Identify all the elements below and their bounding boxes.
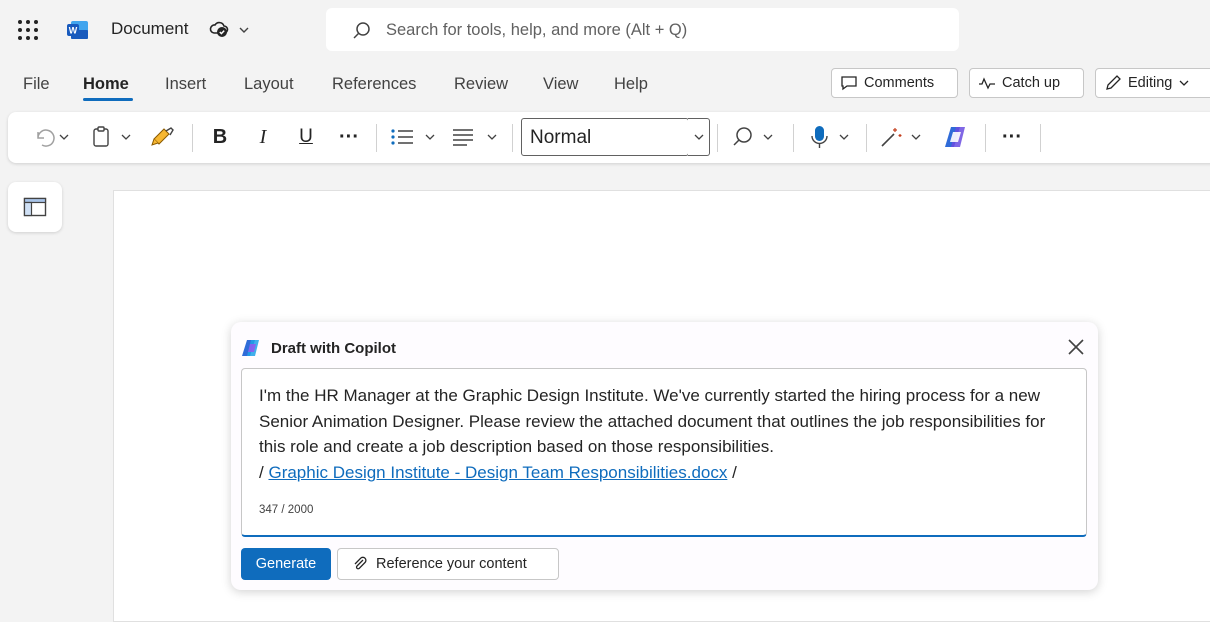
editing-mode-button[interactable]: Editing [1095,68,1210,98]
copilot-icon [242,340,259,356]
ribbon-divider [376,124,377,152]
bullet-list-icon [391,129,435,145]
ribbon-divider [717,124,718,152]
undo-icon [37,129,69,147]
reference-content-label: Reference your content [376,556,527,572]
microphone-icon [811,126,849,148]
catch-up-button[interactable]: Catch up [969,68,1084,98]
copilot-button[interactable] [940,122,972,152]
magic-wand-icon [881,128,921,147]
cloud-saved-icon [209,21,229,37]
word-logo-icon: W [67,21,88,39]
editor-button[interactable] [878,122,930,152]
character-counter: 347 / 2000 [259,504,314,516]
tab-view[interactable]: View [543,75,578,94]
pane-icon [23,197,47,217]
svg-text:W: W [69,26,78,36]
tab-file[interactable]: File [23,75,50,94]
chevron-down-icon [1179,80,1189,86]
more-font-options-button[interactable]: ··· [332,122,366,152]
comment-icon [841,76,857,91]
style-dropdown-button[interactable] [688,118,710,156]
reference-prefix: / [259,462,264,482]
dictate-button[interactable] [806,122,856,152]
ribbon-divider [1040,124,1041,152]
style-select[interactable]: Normal [521,118,689,156]
referenced-file-link[interactable]: Graphic Design Institute - Design Team R… [268,463,727,482]
tab-help[interactable]: Help [614,75,648,94]
tab-insert[interactable]: Insert [165,75,206,94]
chevron-down-icon [694,134,703,140]
document-title[interactable]: Document [111,19,188,39]
underline-button[interactable]: U [293,122,319,152]
ribbon-divider [512,124,513,152]
ribbon-divider [793,124,794,152]
copilot-icon [945,127,965,147]
catch-up-label: Catch up [1002,75,1061,91]
close-icon[interactable] [1066,337,1086,357]
app-launcher-icon[interactable] [18,20,38,40]
paste-button[interactable] [88,122,138,152]
align-left-icon [453,129,497,146]
search-icon [733,127,773,146]
prompt-body: I'm the HR Manager at the Graphic Design… [259,386,1046,456]
ribbon-divider [192,124,193,152]
active-tab-indicator [83,98,133,101]
tab-review[interactable]: Review [454,75,508,94]
align-button[interactable] [450,122,504,152]
more-options-button[interactable]: ··· [995,122,1029,152]
chevron-down-icon[interactable] [238,20,250,40]
format-painter-icon [151,127,174,146]
tab-layout[interactable]: Layout [244,75,294,94]
paperclip-icon [354,556,367,570]
copilot-title: Draft with Copilot [271,340,396,357]
format-painter-button[interactable] [148,122,178,152]
find-button[interactable] [730,122,780,152]
pulse-icon [979,77,995,90]
reference-suffix: / [732,462,737,482]
clipboard-icon [93,126,131,147]
comments-button[interactable]: Comments [831,68,958,98]
ribbon-divider [985,124,986,152]
tab-home[interactable]: Home [83,75,129,94]
bold-button[interactable]: B [206,122,234,152]
italic-button[interactable]: I [250,122,276,152]
comments-label: Comments [864,75,935,91]
search-input[interactable]: Search for tools, help, and more (Alt + … [386,21,687,40]
navigation-pane-button[interactable] [8,182,62,232]
generate-button[interactable]: Generate [241,548,331,580]
undo-button[interactable] [26,122,78,152]
ribbon-divider [866,124,867,152]
prompt-text[interactable]: I'm the HR Manager at the Graphic Design… [259,383,1074,485]
reference-content-button[interactable]: Reference your content [337,548,559,580]
tab-references[interactable]: References [332,75,416,94]
editing-label: Editing [1128,75,1173,91]
search-icon [353,22,370,39]
pencil-icon [1106,75,1121,90]
bullets-button[interactable] [388,122,440,152]
